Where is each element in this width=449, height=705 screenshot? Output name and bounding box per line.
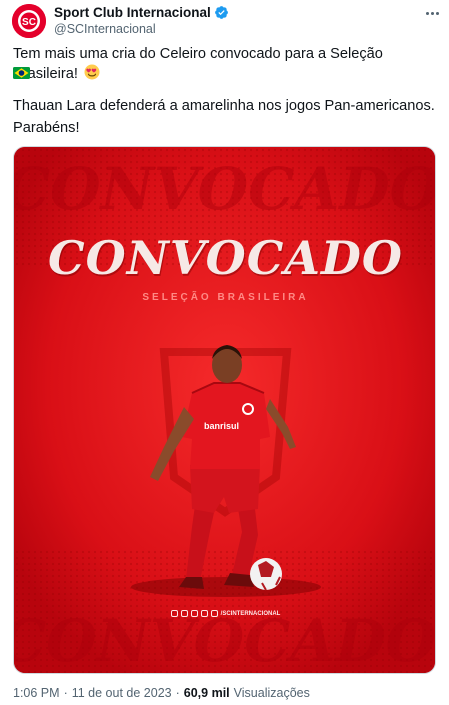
- author-handle[interactable]: @SCInternacional: [54, 22, 156, 36]
- x-icon: [190, 610, 198, 617]
- tweet-text-line-3: Parabéns!: [13, 120, 80, 136]
- sc-internacional-crest-icon: SC: [12, 4, 46, 38]
- media-watermark-bottom: CONVOCADO: [13, 607, 436, 674]
- author-name-row[interactable]: Sport Club Internacional: [54, 5, 229, 20]
- tweet: SC Sport Club Internacional @SCInternaci…: [0, 0, 449, 705]
- tweet-footer: 1:06 PM · 11 de out de 2023 · 60,9 mil V…: [13, 686, 310, 700]
- media-subheadline: SELEÇÃO BRASILEIRA: [142, 292, 309, 303]
- footer-separator-2: ·: [175, 686, 180, 700]
- author-display-name[interactable]: Sport Club Internacional: [54, 5, 211, 20]
- tweet-text-line-2: Thauan Lara defenderá a amarelinha nos j…: [13, 98, 435, 114]
- views-count: 60,9 mil: [183, 686, 230, 700]
- tweet-flag-line: [13, 64, 438, 84]
- youtube-icon: [200, 610, 208, 617]
- facebook-icon: [170, 610, 178, 617]
- shirt-sponsor-text: banrisul: [204, 421, 240, 431]
- social-handles-row: /SCINTERNACIONAL: [14, 610, 435, 617]
- tweet-time[interactable]: 1:06 PM: [13, 686, 60, 700]
- media-background-art: [14, 147, 435, 673]
- brazil-flag-emoji-icon: [13, 67, 30, 79]
- more-options-icon[interactable]: [422, 6, 442, 20]
- tweet-date[interactable]: 11 de out de 2023: [72, 686, 172, 700]
- media-headline: CONVOCADO: [48, 231, 403, 285]
- views-label: Visualizações: [233, 686, 310, 700]
- instagram-icon: [180, 610, 188, 617]
- tweet-media-image[interactable]: CONVOCADO CONVOCADO CONVOCADO SELEÇÃO BR…: [13, 146, 436, 674]
- avatar[interactable]: SC: [12, 4, 46, 38]
- tiktok-icon: [210, 610, 218, 617]
- footer-separator: ·: [63, 686, 68, 700]
- verified-badge-icon: [214, 5, 229, 20]
- svg-text:SC: SC: [22, 17, 36, 28]
- media-watermark-top: CONVOCADO: [13, 155, 436, 223]
- social-handle-text: /SCINTERNACIONAL: [220, 610, 281, 617]
